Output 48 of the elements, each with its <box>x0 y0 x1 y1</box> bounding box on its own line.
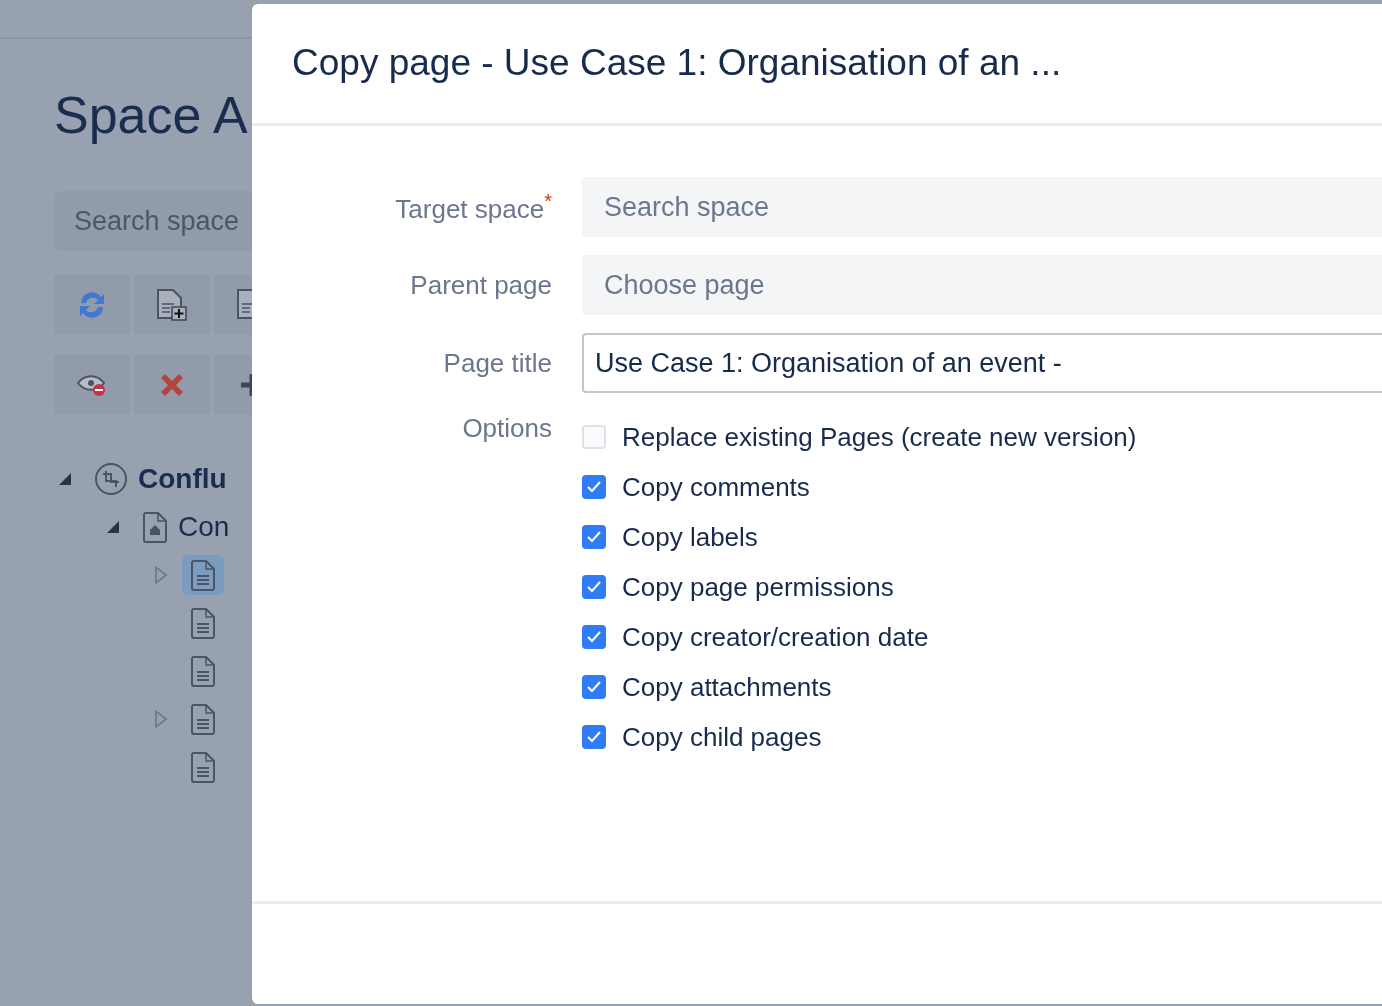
checkbox-label[interactable]: Replace existing Pages (create new version) <box>622 421 1137 453</box>
collapsed-caret-icon[interactable] <box>155 566 167 584</box>
tree-item[interactable] <box>182 555 224 595</box>
expanded-caret-icon[interactable] <box>59 473 71 485</box>
field-label-text: Page title <box>443 347 552 378</box>
search-field[interactable]: Search space <box>54 191 252 251</box>
checkbox[interactable] <box>582 625 606 649</box>
page-icon <box>190 703 216 735</box>
checkbox[interactable] <box>582 725 606 749</box>
checkbox[interactable] <box>582 475 606 499</box>
home-page-icon <box>142 511 168 543</box>
checkbox-label[interactable]: Copy attachments <box>622 671 832 703</box>
required-marker: * <box>544 189 552 212</box>
check-icon <box>587 681 601 693</box>
page-icon <box>190 751 216 783</box>
expanded-caret-icon[interactable] <box>107 521 119 533</box>
check-icon <box>587 481 601 493</box>
checkbox-label[interactable]: Copy page permissions <box>622 571 894 603</box>
select-field[interactable]: Search space <box>582 177 1382 237</box>
field-label-text: Target space <box>395 193 545 224</box>
collapsed-caret-icon[interactable] <box>155 710 167 728</box>
options-label: Options <box>461 413 552 444</box>
add-page-icon <box>155 288 189 322</box>
eye-icon <box>76 372 108 398</box>
check-icon <box>587 731 601 743</box>
checkbox-label[interactable]: Copy child pages <box>622 721 822 753</box>
space-title: Space A <box>54 85 249 145</box>
checkbox[interactable] <box>582 575 606 599</box>
title-input[interactable]: Use Case 1: Organisation of an event - <box>582 333 1382 393</box>
checkbox[interactable] <box>582 675 606 699</box>
page-icon <box>190 559 216 591</box>
page-icon <box>190 607 216 639</box>
checkbox-label[interactable]: Copy labels <box>622 521 758 553</box>
tree-item[interactable]: Con <box>134 507 238 547</box>
check-icon <box>587 581 601 593</box>
checkbox[interactable] <box>582 525 606 549</box>
check-icon <box>587 631 601 643</box>
check-icon <box>587 531 601 543</box>
page-icon <box>190 655 216 687</box>
select-field[interactable]: Choose page <box>582 255 1382 315</box>
field-label-text: Parent page <box>410 269 552 300</box>
add-page-button[interactable] <box>134 275 210 335</box>
hide-button[interactable] <box>54 355 130 415</box>
dialog-title: Copy page - Use Case 1: Organisation of an ... <box>292 41 1062 84</box>
delete-button[interactable] <box>134 355 210 415</box>
checkbox-label[interactable]: Copy creator/creation date <box>622 621 929 653</box>
checkbox-label[interactable]: Copy comments <box>622 471 810 503</box>
tree-item[interactable]: Conflu <box>86 458 235 500</box>
